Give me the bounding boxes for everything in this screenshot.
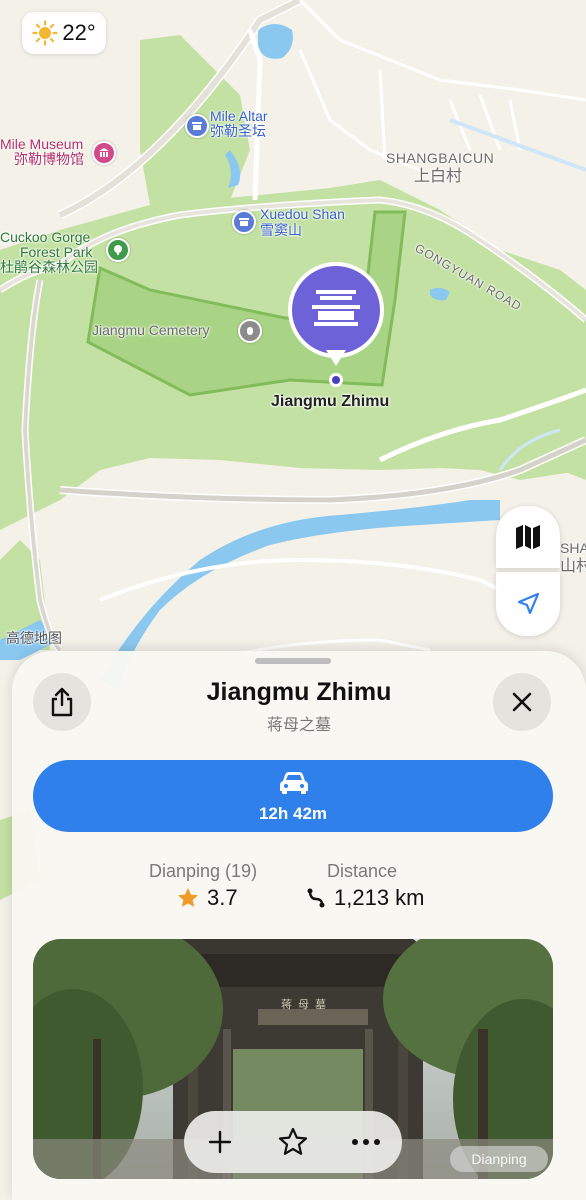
photo-credit[interactable]: Dianping — [450, 1146, 548, 1172]
close-icon — [512, 692, 532, 712]
xuedou-shan-label-zh: 雪窦山 — [260, 222, 302, 238]
cemetery-icon — [247, 327, 253, 335]
action-toolbar — [184, 1111, 402, 1173]
rating-number: 3.7 — [207, 885, 238, 910]
directions-button[interactable]: 12h 42m — [33, 760, 553, 832]
edge-label-zh: 山村 — [560, 558, 586, 575]
star-filled-icon — [178, 888, 198, 907]
route-icon — [307, 888, 325, 908]
mile-altar-poi[interactable] — [185, 114, 209, 138]
temple-icon — [239, 218, 249, 226]
plus-icon — [209, 1130, 232, 1154]
directions-time: 12h 42m — [258, 804, 328, 823]
place-card-sheet: Jiangmu Zhimu 蒋母之墓 12h 42m Dianping (19)… — [12, 651, 586, 1200]
favorite-button[interactable] — [268, 1117, 318, 1167]
close-button[interactable] — [493, 673, 551, 731]
map-icon — [516, 525, 540, 549]
gate-plaque-text: 蒋母墓 — [281, 998, 332, 1011]
ellipsis-icon — [351, 1139, 380, 1145]
locate-me-button[interactable] — [496, 572, 560, 636]
mile-museum-poi[interactable] — [92, 141, 116, 165]
museum-icon — [99, 148, 109, 157]
car-icon — [280, 772, 308, 794]
distance-number: 1,213 km — [334, 885, 425, 910]
tree-icon — [114, 245, 122, 255]
shangbaicun-label-en: SHANGBAICUN — [386, 150, 495, 166]
xuedou-shan-label-en: Xuedou Shan — [260, 206, 345, 222]
location-arrow-icon — [517, 592, 540, 615]
rating-source-label: Dianping (19) — [149, 861, 258, 881]
distance-label: Distance — [327, 861, 398, 881]
cuckoo-gorge-label-zh: 杜鹃谷森林公园 — [0, 259, 98, 275]
mile-museum-label-zh: 弥勒博物馆 — [14, 151, 84, 167]
more-button[interactable] — [341, 1117, 391, 1167]
weather-widget[interactable]: 22° — [22, 12, 106, 54]
sun-icon — [32, 20, 58, 46]
star-outline-icon — [278, 1127, 308, 1155]
sheet-grabber[interactable] — [255, 658, 331, 664]
map-attribution: 高德地图 — [6, 630, 62, 646]
jiangmu-cemetery-label: Jiangmu Cemetery — [92, 322, 210, 338]
add-button[interactable] — [195, 1117, 245, 1167]
cuckoo-gorge-poi[interactable] — [106, 238, 130, 262]
map-mode-button[interactable] — [496, 506, 560, 568]
temple-icon — [192, 122, 202, 130]
cemetery-poi[interactable] — [238, 319, 262, 343]
temperature-text: 22° — [62, 20, 96, 45]
distance-value: 1,213 km — [306, 885, 425, 911]
xuedou-shan-poi[interactable] — [232, 210, 256, 234]
edge-label-en: SHA — [560, 540, 586, 556]
mile-altar-label-zh: 弥勒圣坛 — [210, 123, 266, 139]
rating-value[interactable]: 3.7 — [177, 885, 238, 911]
selected-place-map-label[interactable]: Jiangmu Zhimu — [271, 393, 389, 410]
shangbaicun-label-zh: 上白村 — [414, 168, 463, 185]
